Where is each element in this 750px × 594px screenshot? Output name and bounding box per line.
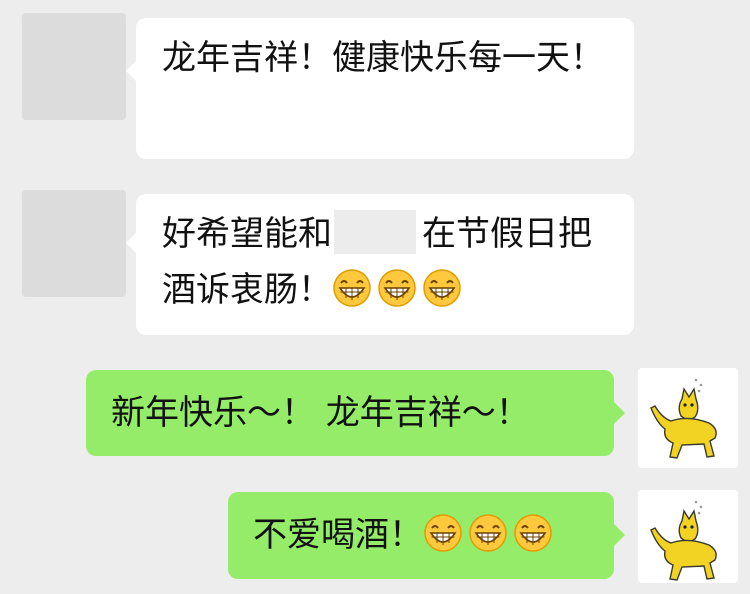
redacted-name: [334, 210, 416, 254]
sender-avatar[interactable]: [22, 190, 126, 297]
grinning-face-emoji: [514, 514, 552, 552]
message-text: 新年快乐～！ 龙年吉祥～！: [111, 393, 530, 433]
cat-icon: [650, 500, 717, 581]
message-bubble[interactable]: 新年快乐～！ 龙年吉祥～！: [86, 370, 614, 456]
message-bubble[interactable]: 龙年吉祥！健康快乐每一天！: [136, 18, 634, 159]
cat-avatar[interactable]: [638, 368, 738, 468]
message-text: 好希望能和: [162, 214, 332, 254]
grinning-face-emoji: [333, 269, 371, 307]
sender-avatar[interactable]: [22, 13, 126, 120]
cat-avatar[interactable]: [638, 490, 738, 583]
bubble-tail: [614, 524, 625, 546]
bubble-tail: [614, 402, 625, 424]
message-bubble[interactable]: 不爱喝酒！: [228, 492, 614, 579]
cat-icon: [650, 378, 717, 459]
grinning-face-emoji: [423, 269, 461, 307]
message-text: 龙年吉祥！健康快乐每一天！: [162, 38, 604, 78]
grinning-face-emoji: [469, 514, 507, 552]
message-text: 不爱喝酒！: [253, 515, 423, 555]
grinning-face-emoji: [378, 269, 416, 307]
message-bubble[interactable]: 好希望能和 在节假日把酒诉衷肠！: [136, 194, 634, 335]
grinning-face-emoji: [424, 514, 462, 552]
